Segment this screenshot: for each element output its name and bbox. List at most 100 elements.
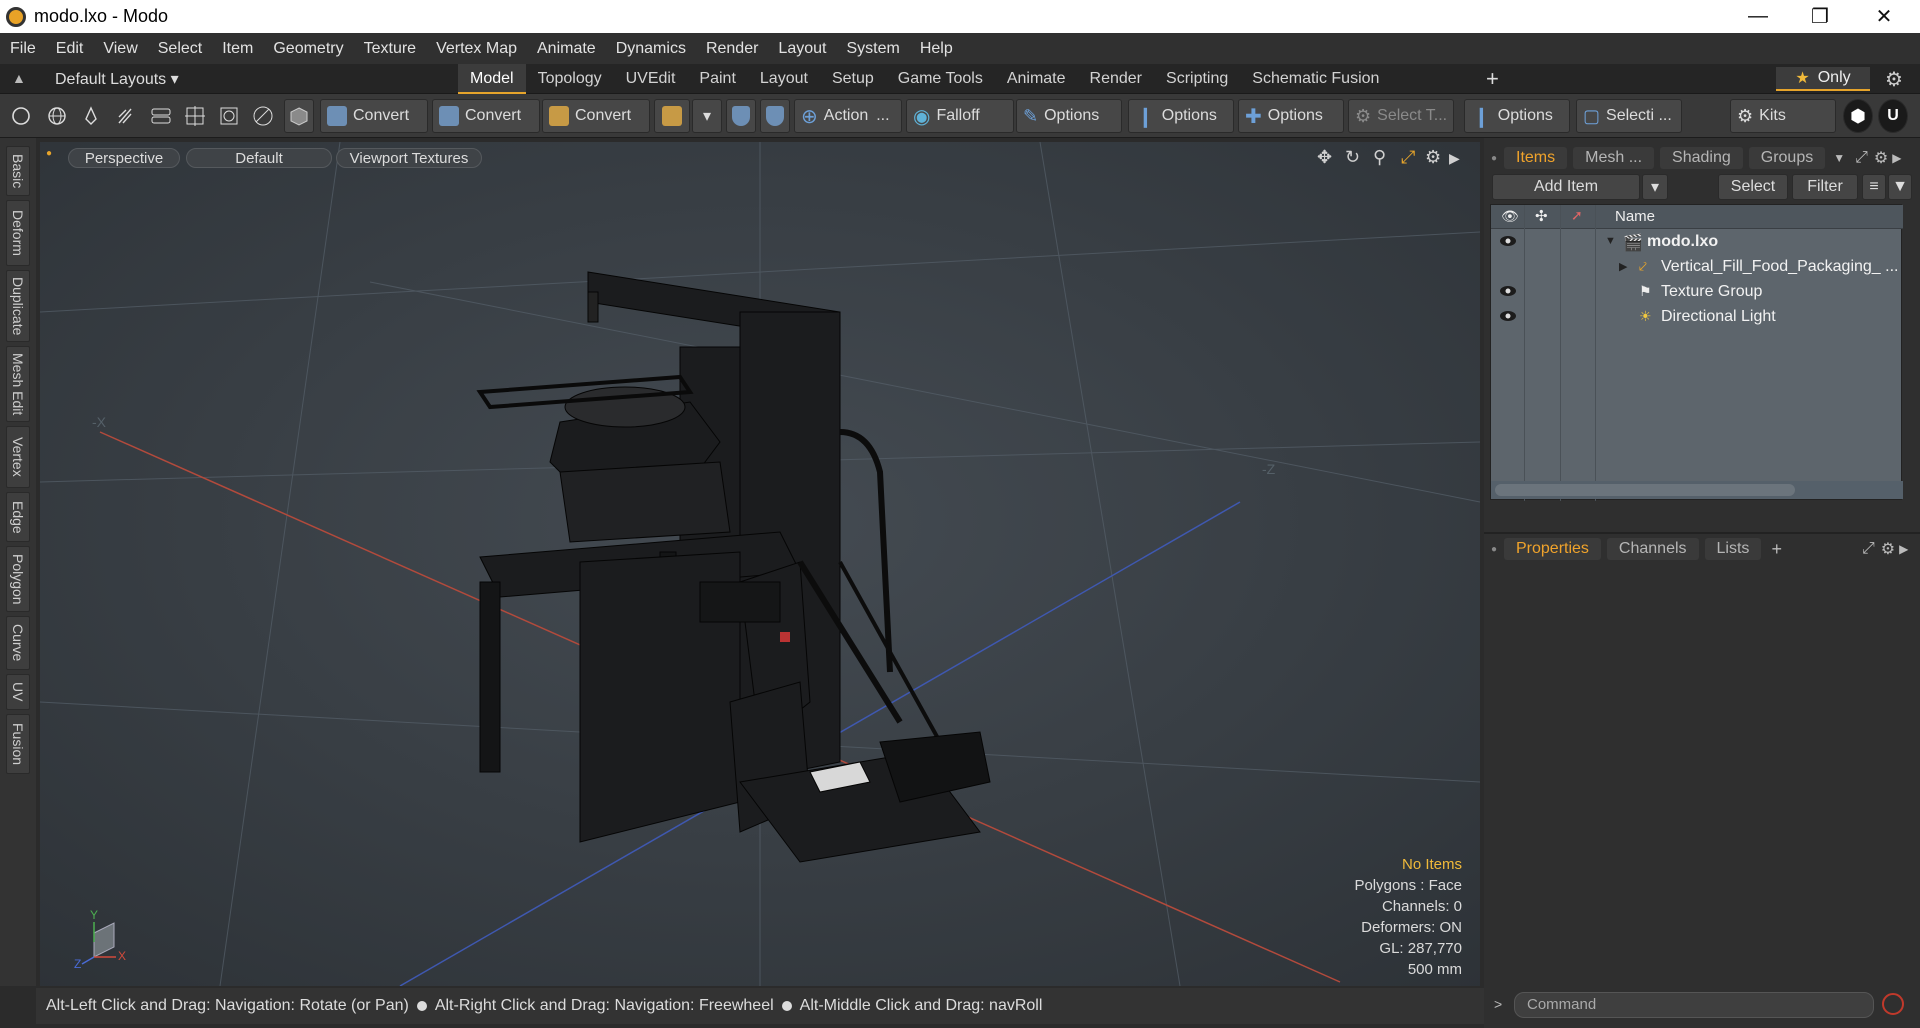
lock-header-icon[interactable]: ✣ [1535,207,1548,225]
convert-button-3[interactable]: Convert [542,99,650,133]
menu-view[interactable]: View [93,40,147,58]
expand-triangle-icon[interactable]: ▼ [1605,235,1616,247]
panel-gear-icon[interactable]: ⚙ [1881,539,1895,559]
panel-arrow-icon[interactable]: ▶ [1899,542,1908,556]
panel-gear-icon[interactable]: ⚙ [1874,148,1888,168]
tabs-overflow-chevron-icon[interactable]: ▼ [1833,151,1845,165]
rotate-view-icon[interactable]: ↻ [1345,147,1360,168]
tab-edge[interactable]: Edge [6,492,30,542]
unity-icon[interactable]: ⬢ [1843,99,1873,133]
mesh-preset-button[interactable] [654,99,690,133]
menu-help[interactable]: Help [910,40,963,58]
tab-deform[interactable]: Deform [6,200,30,266]
close-button[interactable]: ✕ [1854,0,1914,33]
menu-render[interactable]: Render [696,40,768,58]
menu-system[interactable]: System [836,40,909,58]
tab-setup[interactable]: Setup [820,64,886,94]
minimize-button[interactable]: — [1728,0,1788,33]
restore-button[interactable]: ❐ [1790,0,1850,33]
tab-topology[interactable]: Topology [526,64,614,94]
default-layouts-dropdown[interactable]: Default Layouts ▾ [55,69,179,89]
command-input[interactable]: Command [1514,992,1874,1018]
panel-menu-dot-icon[interactable]: ● [1484,544,1504,555]
panel-menu-dot-icon[interactable]: ● [1484,153,1504,164]
radial-icon[interactable] [248,99,278,133]
tab-properties[interactable]: Properties [1504,538,1601,560]
item-row-modo-lxo[interactable]: ▼ 🎬 modo.lxo [1491,230,1903,255]
menu-item[interactable]: Item [212,40,263,58]
menu-texture[interactable]: Texture [354,40,426,58]
axes-header-icon[interactable]: ➚ [1571,207,1583,224]
panel-maximize-icon[interactable]: ⤢ [1862,540,1875,558]
tab-shading[interactable]: Shading [1660,147,1743,169]
shading-style-dropdown[interactable]: Default [186,148,332,168]
sculpt-brush-icon[interactable] [110,99,140,133]
viewport-textures-dropdown[interactable]: Viewport Textures [336,148,482,168]
pen-tool-icon[interactable] [76,99,106,133]
item-row-directional-light[interactable]: ☀ Directional Light [1491,305,1903,330]
kits-button[interactable]: ⚙ Kits [1730,99,1836,133]
visibility-eye-icon[interactable] [1499,309,1517,321]
globe-icon[interactable] [42,99,72,133]
tab-curve[interactable]: Curve [6,616,30,670]
tab-uvedit[interactable]: UVEdit [614,64,688,94]
selection-sets-button[interactable]: ▢ Selecti ... [1576,99,1682,133]
tab-lists[interactable]: Lists [1704,538,1762,560]
item-list[interactable]: 👁 ✣ ➚ Name ▼ 🎬 modo.lxo ▶ ⤦ Vertical_Fil… [1490,204,1903,501]
menu-layout[interactable]: Layout [768,40,836,58]
menu-animate[interactable]: Animate [527,40,606,58]
collapse-up-icon[interactable]: ▲ [12,70,26,86]
scrollbar-thumb[interactable] [1495,484,1795,496]
filter-button[interactable]: Filter [1792,174,1858,200]
options-button-4[interactable]: ❙ Options [1464,99,1570,133]
tab-fusion[interactable]: Fusion [6,714,30,774]
eye-header-icon[interactable]: 👁 [1501,208,1519,225]
tab-duplicate[interactable]: Duplicate [6,270,30,342]
tab-items[interactable]: Items [1504,147,1568,169]
options-button-3[interactable]: ✚ Options [1238,99,1344,133]
tab-scripting[interactable]: Scripting [1154,64,1240,94]
menu-edit[interactable]: Edit [46,40,94,58]
pan-move-icon[interactable]: ✥ [1317,147,1332,168]
tab-game-tools[interactable]: Game Tools [886,64,995,94]
select-button[interactable]: Select [1718,174,1788,200]
unreal-icon[interactable]: U [1878,99,1908,133]
falloff-button[interactable]: ◉ Falloff [906,99,1014,133]
loop-slice-icon[interactable] [146,99,176,133]
bevel-icon[interactable] [214,99,244,133]
tab-vertex[interactable]: Vertex [6,426,30,488]
tab-layout[interactable]: Layout [748,64,820,94]
item-row-texture-group[interactable]: ⚑ Texture Group [1491,280,1903,305]
symmetry-shield-icon[interactable] [726,99,756,133]
viewport-gear-icon[interactable]: ⚙ [1425,147,1441,168]
menu-vertex-map[interactable]: Vertex Map [426,40,527,58]
visibility-eye-icon[interactable] [1499,234,1517,246]
tab-mesh-edit[interactable]: Mesh Edit [6,346,30,422]
viewport-menu-dot-icon[interactable]: ● [46,148,52,159]
only-toggle-button[interactable]: ★ Only [1776,67,1870,91]
tab-polygon[interactable]: Polygon [6,546,30,612]
tab-mesh[interactable]: Mesh ... [1573,147,1655,169]
menu-geometry[interactable]: Geometry [263,40,353,58]
viewport-expand-arrow-icon[interactable]: ▶ [1449,150,1460,167]
convert-button-1[interactable]: Convert [320,99,428,133]
options-button-1[interactable]: ✎ Options [1016,99,1122,133]
horizontal-scrollbar[interactable] [1491,481,1903,499]
add-item-dropdown[interactable]: ▾ [1642,174,1668,200]
menu-dynamics[interactable]: Dynamics [606,40,696,58]
tab-animate[interactable]: Animate [995,64,1078,94]
perspective-dropdown[interactable]: Perspective [68,148,180,168]
item-row-mesh[interactable]: ▶ ⤦ Vertical_Fill_Food_Packaging_ ... [1491,255,1903,280]
tab-paint[interactable]: Paint [687,64,747,94]
select-through-button[interactable]: ⚙ Select T... [1348,99,1454,133]
funnel-filter-icon[interactable]: ▼ [1888,174,1912,200]
zoom-magnifier-icon[interactable]: ⚲ [1373,147,1386,168]
gear-icon[interactable]: ⚙ [1885,67,1903,92]
tab-channels[interactable]: Channels [1606,538,1699,560]
snapping-shield-icon[interactable] [760,99,790,133]
tab-basic[interactable]: Basic [6,146,30,196]
options-button-2[interactable]: ❙ Options [1128,99,1234,133]
expand-triangle-icon[interactable]: ▶ [1619,260,1627,273]
tab-groups[interactable]: Groups [1748,147,1826,169]
add-tab-icon[interactable]: + [1486,66,1499,92]
